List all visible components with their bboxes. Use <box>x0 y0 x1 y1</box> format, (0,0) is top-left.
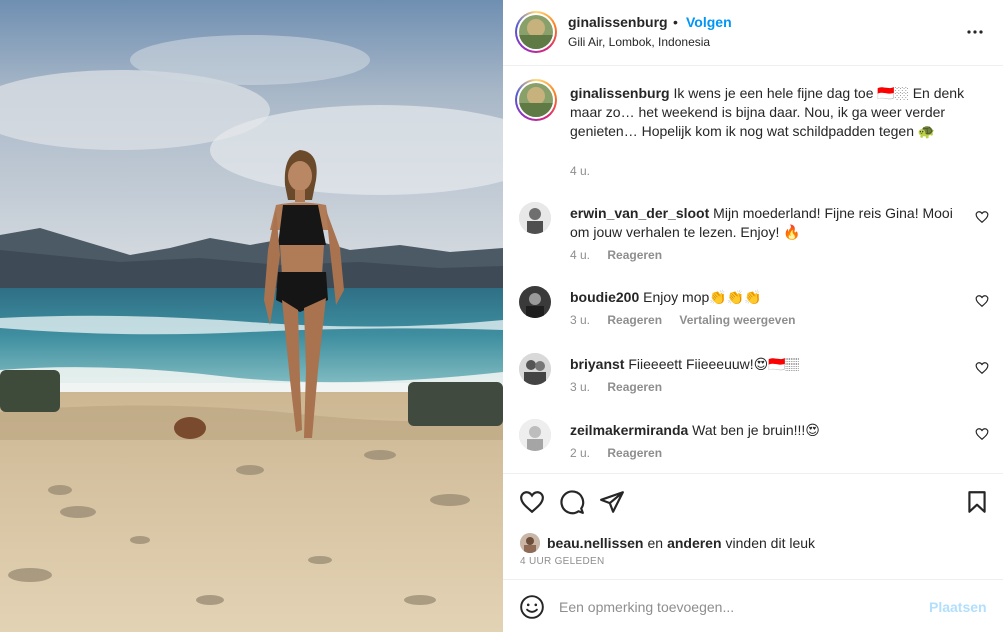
comment-time[interactable]: 3 u. <box>570 380 590 394</box>
comment-bubble-icon[interactable] <box>558 488 586 516</box>
comment-time[interactable]: 3 u. <box>570 313 590 327</box>
liker-username[interactable]: beau.nellissen <box>547 535 643 551</box>
translate-button[interactable]: Vertaling weergeven <box>679 313 795 327</box>
comment-body: Enjoy mop👏👏👏 <box>639 289 762 305</box>
comment-item: erwin_van_der_sloot Mijn moederland! Fij… <box>503 202 1003 262</box>
comment-input[interactable] <box>559 592 919 622</box>
commenter-avatar[interactable] <box>519 202 551 234</box>
like-comment-heart-icon[interactable] <box>975 294 989 308</box>
comment-time[interactable]: 2 u. <box>570 446 590 460</box>
caption-text: ginalissenburg Ik wens je een hele fijne… <box>570 84 980 141</box>
likes-summary: beau.nellissen en anderen vinden dit leu… <box>520 532 819 554</box>
likes-suffix: vinden dit leuk <box>725 535 816 551</box>
comment-text: zeilmakermiranda Wat ben je bruin!!!😍 <box>570 421 965 440</box>
post-header: ginalissenburg • Volgen Gili Air, Lombok… <box>503 0 1003 66</box>
post-location[interactable]: Gili Air, Lombok, Indonesia <box>568 35 710 49</box>
post-comment-button[interactable]: Plaatsen <box>929 599 987 615</box>
post-detail-panel: ginalissenburg • Volgen Gili Air, Lombok… <box>503 0 1003 632</box>
like-comment-heart-icon[interactable] <box>975 427 989 441</box>
comment-username[interactable]: boudie200 <box>570 289 639 305</box>
commenter-avatar[interactable] <box>519 353 551 385</box>
comment-text: briyanst Fiieeeett Fiieeeuuw!😍🇮🇩🏽 <box>570 355 965 374</box>
comment-item: boudie200 Enjoy mop👏👏👏 3 u. Reageren Ver… <box>503 286 1003 346</box>
comment-meta: 3 u. Reageren Vertaling weergeven <box>570 313 809 327</box>
save-bookmark-icon[interactable] <box>963 488 991 516</box>
caption-time[interactable]: 4 u. <box>570 164 590 178</box>
post-actions: beau.nellissen en anderen vinden dit leu… <box>503 473 1003 579</box>
follow-button[interactable]: Volgen <box>686 14 732 30</box>
comment-meta: 4 u. Reageren <box>570 248 676 262</box>
comment-body: Fiieeeett Fiieeeuuw!😍🇮🇩🏽 <box>624 356 800 372</box>
beach-photo-image <box>0 0 503 632</box>
reply-button[interactable]: Reageren <box>607 446 662 460</box>
comment-text: erwin_van_der_sloot Mijn moederland! Fij… <box>570 204 965 242</box>
commenter-avatar[interactable] <box>519 286 551 318</box>
comment-item: zeilmakermiranda Wat ben je bruin!!!😍 2 … <box>503 419 1003 473</box>
share-paper-plane-icon[interactable] <box>598 488 626 516</box>
comment-username[interactable]: zeilmakermiranda <box>570 422 688 438</box>
comment-username[interactable]: briyanst <box>570 356 624 372</box>
emoji-smiley-icon[interactable] <box>519 594 545 620</box>
author-avatar[interactable] <box>515 11 557 53</box>
separator-dot: • <box>673 14 678 30</box>
likes-others-link[interactable]: anderen <box>667 535 721 551</box>
like-comment-heart-icon[interactable] <box>975 361 989 375</box>
more-options-icon[interactable] <box>963 20 987 44</box>
likes-connector: en <box>647 535 664 551</box>
reply-button[interactable]: Reageren <box>607 313 662 327</box>
add-comment-bar: Plaatsen <box>503 579 1003 632</box>
comment-meta: 2 u. Reageren <box>570 446 676 460</box>
post-timestamp[interactable]: 4 UUR GELEDEN <box>520 556 604 567</box>
comment-time[interactable]: 4 u. <box>570 248 590 262</box>
comment-text: boudie200 Enjoy mop👏👏👏 <box>570 288 965 307</box>
comments-section[interactable]: ginalissenburg Ik wens je een hele fijne… <box>503 67 1003 473</box>
like-comment-heart-icon[interactable] <box>975 210 989 224</box>
caption-author-avatar[interactable] <box>515 79 557 121</box>
comment-meta: 3 u. Reageren <box>570 380 676 394</box>
comment-body: Wat ben je bruin!!!😍 <box>688 422 820 438</box>
liker-avatar[interactable] <box>520 533 540 553</box>
reply-button[interactable]: Reageren <box>607 380 662 394</box>
comment-username[interactable]: erwin_van_der_sloot <box>570 205 709 221</box>
commenter-avatar[interactable] <box>519 419 551 451</box>
comment-item: briyanst Fiieeeett Fiieeeuuw!😍🇮🇩🏽 3 u. R… <box>503 353 1003 413</box>
like-heart-icon[interactable] <box>518 488 546 516</box>
reply-button[interactable]: Reageren <box>607 248 662 262</box>
author-username[interactable]: ginalissenburg <box>568 14 668 30</box>
caption-username[interactable]: ginalissenburg <box>570 85 670 101</box>
post-photo[interactable] <box>0 0 503 632</box>
